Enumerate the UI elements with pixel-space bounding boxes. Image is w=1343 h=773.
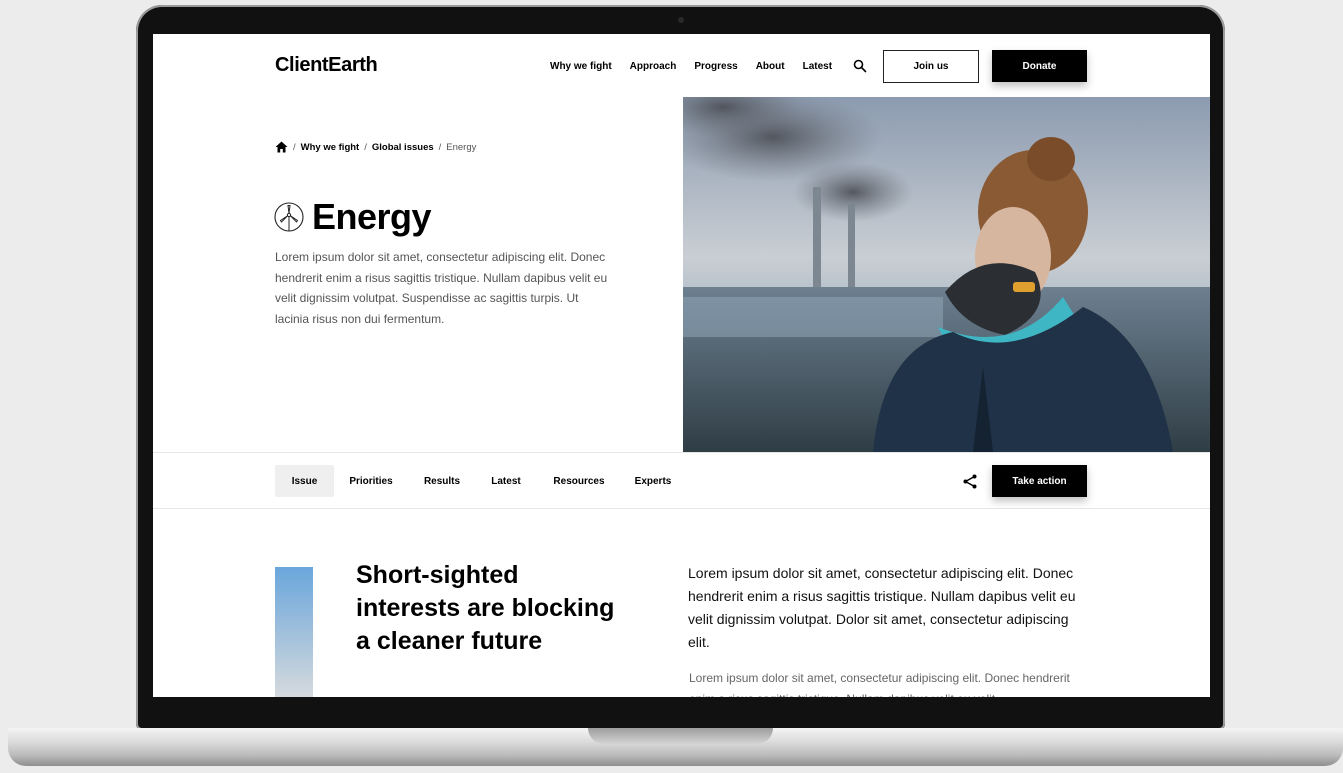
nav-item-why-we-fight[interactable]: Why we fight bbox=[550, 61, 612, 72]
home-icon[interactable] bbox=[275, 141, 288, 153]
lead-paragraph: Lorem ipsum dolor sit amet, consectetur … bbox=[688, 565, 1076, 650]
laptop-notch bbox=[588, 728, 773, 744]
nav-item-approach[interactable]: Approach bbox=[630, 61, 677, 72]
nav-item-about[interactable]: About bbox=[756, 61, 785, 72]
tab-results[interactable]: Results bbox=[416, 465, 468, 497]
nav-item-latest[interactable]: Latest bbox=[803, 61, 832, 72]
decorative-gradient-bar bbox=[275, 567, 313, 697]
share-icon[interactable] bbox=[963, 474, 977, 489]
join-button[interactable]: Join us bbox=[883, 50, 979, 83]
main-nav: Why we fight Approach Progress About Lat… bbox=[550, 61, 832, 72]
breadcrumb-why-we-fight[interactable]: Why we fight bbox=[301, 142, 360, 153]
breadcrumb-separator: / bbox=[438, 141, 442, 153]
page-title-wrap: Energy bbox=[274, 196, 432, 238]
hero-image bbox=[683, 97, 1210, 452]
body-paragraph: Lorem ipsum dolor sit amet, consectetur … bbox=[689, 671, 1070, 697]
section-tab-bar: Issue Priorities Results Latest Resource… bbox=[153, 452, 1210, 509]
wind-turbine-icon bbox=[274, 202, 304, 232]
donate-button[interactable]: Donate bbox=[992, 50, 1087, 82]
site-header: ClientEarth Why we fight Approach Progre… bbox=[153, 34, 1104, 97]
page-title: Energy bbox=[312, 196, 432, 237]
tab-resources[interactable]: Resources bbox=[545, 465, 613, 497]
tab-experts[interactable]: Experts bbox=[627, 465, 679, 497]
tab-priorities[interactable]: Priorities bbox=[340, 465, 402, 497]
nav-item-progress[interactable]: Progress bbox=[694, 61, 737, 72]
screen: ClientEarth Why we fight Approach Progre… bbox=[153, 34, 1210, 697]
breadcrumb: / Why we fight / Global issues / Energy bbox=[275, 141, 476, 153]
camera-dot bbox=[678, 17, 684, 23]
section-heading: Short-sighted interests are blocking a c… bbox=[356, 561, 615, 655]
breadcrumb-current: Energy bbox=[446, 141, 477, 153]
intro-text: Lorem ipsum dolor sit amet, consectetur … bbox=[275, 250, 608, 325]
breadcrumb-separator: / bbox=[364, 141, 367, 153]
search-icon[interactable] bbox=[853, 59, 867, 73]
tab-latest[interactable]: Latest bbox=[482, 465, 530, 497]
logo[interactable]: ClientEarth bbox=[275, 54, 378, 77]
breadcrumb-global-issues[interactable]: Global issues bbox=[372, 142, 434, 153]
take-action-button[interactable]: Take action bbox=[992, 465, 1087, 497]
breadcrumb-separator: / bbox=[293, 141, 296, 153]
tab-issue[interactable]: Issue bbox=[275, 465, 334, 497]
